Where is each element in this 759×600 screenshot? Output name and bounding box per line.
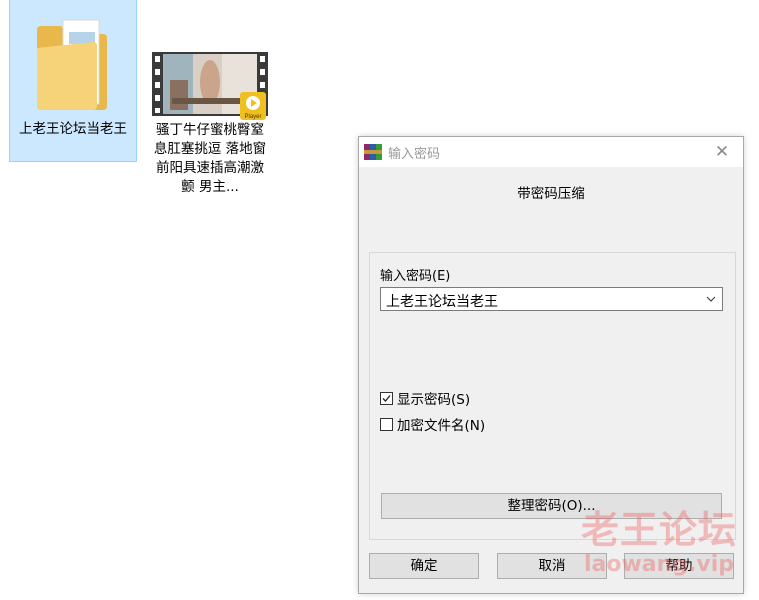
chevron-down-icon [706, 296, 716, 302]
video-file-item[interactable]: Player 骚丁牛仔蜜桃臀窒息肛塞挑逗 落地窗前阳具速插高潮激颤 男主... [146, 0, 274, 200]
close-icon: ✕ [714, 142, 730, 162]
checkbox-unchecked [380, 417, 393, 431]
help-button[interactable]: 帮助 [624, 553, 734, 579]
ok-button[interactable]: 确定 [369, 553, 479, 579]
password-label: 输入密码(E) [380, 269, 451, 284]
encrypt-filenames-label: 加密文件名(N) [397, 418, 486, 434]
password-value: 上老王论坛当老王 [386, 294, 498, 310]
checkbox-checked [380, 391, 393, 405]
cancel-button[interactable]: 取消 [497, 553, 607, 579]
player-badge: Player [244, 114, 261, 120]
show-password-checkbox[interactable]: 显示密码(S) [380, 389, 471, 408]
folder-icon [37, 19, 107, 110]
close-button[interactable]: ✕ [707, 140, 737, 164]
password-dialog: 输入密码 ✕ 带密码压缩 输入密码(E) 上老王论坛当老王 显示密码(S) 加密… [358, 136, 744, 594]
folder-item[interactable]: 上老王论坛当老王 [9, 0, 137, 162]
folder-name: 上老王论坛当老王 [19, 121, 127, 137]
dialog-title: 输入密码 [388, 147, 441, 162]
dialog-titlebar[interactable]: 输入密码 ✕ [359, 137, 743, 167]
show-password-label: 显示密码(S) [397, 392, 471, 408]
winrar-icon [364, 144, 382, 160]
organize-passwords-button[interactable]: 整理密码(O)... [381, 493, 722, 519]
password-combobox[interactable]: 上老王论坛当老王 [380, 287, 723, 311]
video-file-name: 骚丁牛仔蜜桃臀窒息肛塞挑逗 落地窗前阳具速插高潮激颤 男主... [153, 122, 267, 195]
encrypt-filenames-checkbox[interactable]: 加密文件名(N) [380, 415, 486, 434]
video-thumbnail-icon: Player [152, 52, 268, 120]
dialog-heading: 带密码压缩 [517, 186, 585, 202]
checkmark-icon [382, 394, 391, 402]
